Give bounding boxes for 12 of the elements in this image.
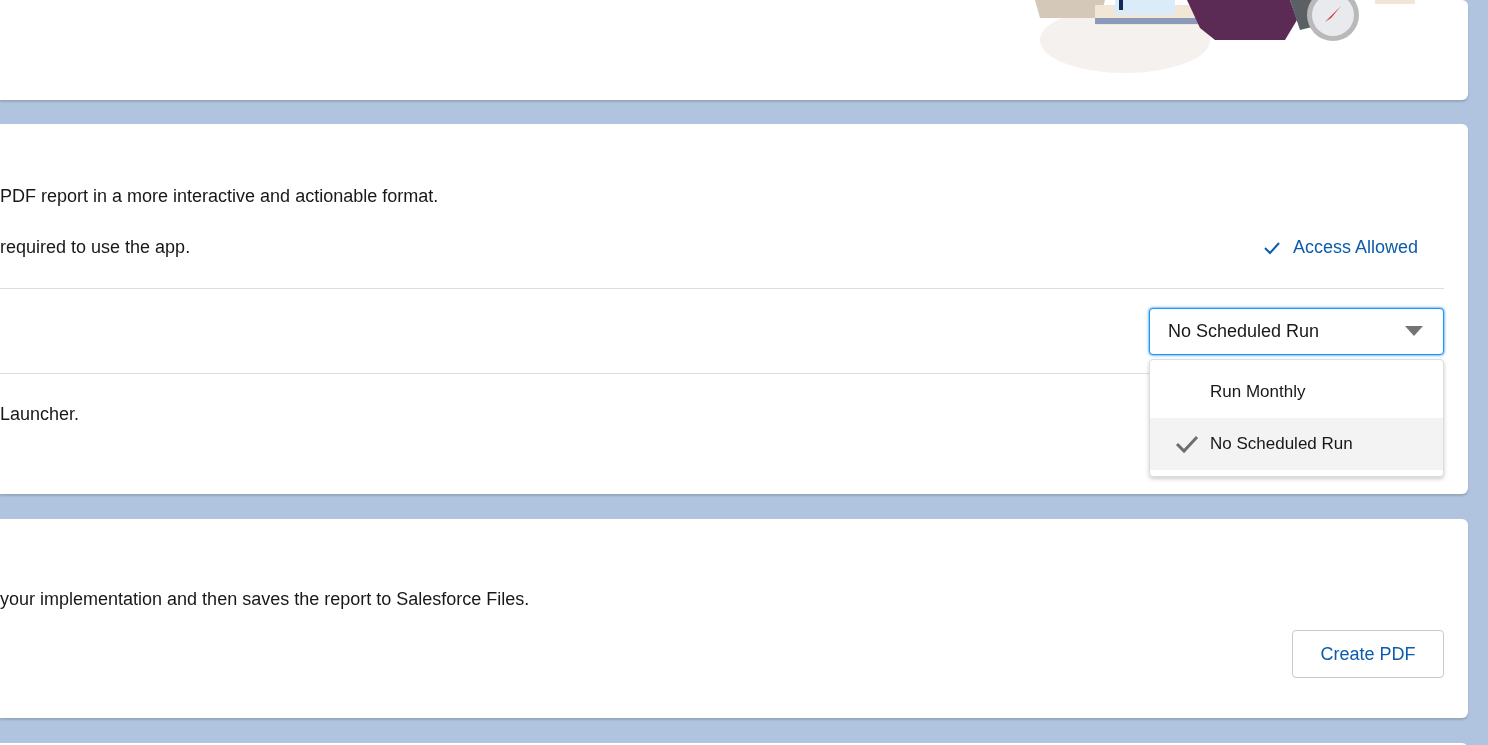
checkmark-icon	[1262, 240, 1281, 255]
create-pdf-button[interactable]: Create PDF	[1292, 630, 1444, 678]
checkmark-icon	[1174, 434, 1200, 454]
dropdown-option[interactable]: No Scheduled Run	[1150, 418, 1443, 470]
access-status: Access Allowed	[1292, 237, 1418, 258]
schedule-dropdown[interactable]: No Scheduled Run	[1149, 307, 1444, 355]
caret-icon	[1405, 326, 1423, 336]
launcher-text: Launcher.	[0, 404, 81, 425]
pdf-description: your implementation and then saves the report to Salesforce Files.	[0, 589, 531, 610]
access-text: required to use the app.	[0, 237, 191, 258]
description-text: PDF report in a more interactive and actionable format.	[0, 186, 440, 207]
dropdown-option[interactable]: Run Monthly	[1150, 366, 1443, 418]
